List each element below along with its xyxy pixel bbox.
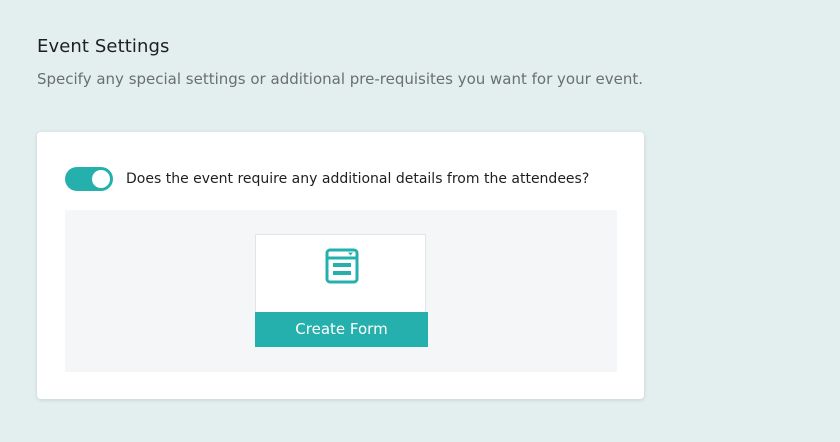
settings-card: Does the event require any additional de… bbox=[37, 132, 644, 399]
section-title: Event Settings bbox=[37, 36, 170, 57]
form-builder-area: Create Form bbox=[65, 210, 617, 372]
toggle-knob bbox=[92, 170, 110, 188]
section-description: Specify any special settings or addition… bbox=[37, 70, 644, 88]
create-form-tile[interactable]: Create Form bbox=[255, 234, 428, 347]
additional-details-toggle[interactable] bbox=[65, 167, 113, 191]
additional-details-label: Does the event require any additional de… bbox=[126, 171, 590, 187]
form-icon bbox=[325, 248, 359, 284]
create-form-button[interactable]: Create Form bbox=[255, 312, 428, 347]
